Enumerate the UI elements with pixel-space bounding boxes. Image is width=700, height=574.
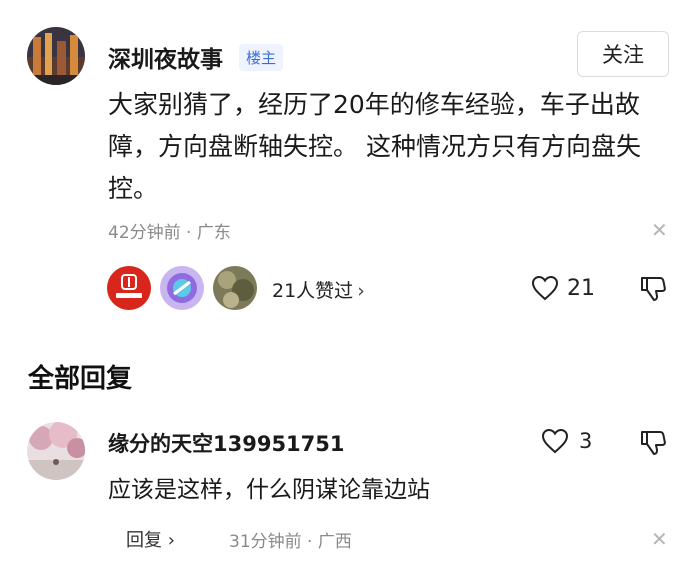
reply-meta: 31分钟前 · 广西 [229, 532, 352, 552]
reply-button[interactable]: 回复 › [126, 526, 175, 552]
reply-like-button[interactable]: 3 [541, 428, 592, 454]
reply-like-count: 3 [579, 429, 593, 453]
section-title: 全部回复 [28, 364, 133, 394]
thumbs-down-icon [641, 431, 666, 455]
likes-summary[interactable]: 21人赞过 › [272, 276, 365, 303]
reply-dislike-button[interactable] [639, 428, 667, 460]
close-icon[interactable]: ✕ [651, 527, 668, 551]
dislike-button[interactable] [639, 274, 667, 306]
likes-summary-label: 21人赞过 [272, 280, 354, 302]
op-badge: 楼主 [239, 44, 284, 71]
reply-author-avatar[interactable] [27, 422, 85, 480]
post-meta: 42分钟前 · 广东 [108, 223, 231, 243]
liker-avatar[interactable] [160, 266, 204, 310]
liker-avatar[interactable] [107, 266, 151, 310]
post-body: 大家别猜了，经历了20年的修车经验，车子出故障，方向盘断轴失控。 这种情况方只有… [108, 90, 641, 203]
close-icon[interactable]: ✕ [651, 218, 668, 242]
author-name[interactable]: 深圳夜故事 [108, 40, 223, 74]
chevron-right-icon: › [357, 280, 365, 302]
author-avatar[interactable] [27, 27, 85, 85]
heart-icon [531, 275, 559, 301]
like-count: 21 [567, 275, 595, 301]
reply-button-label: 回复 [126, 530, 162, 551]
heart-icon [541, 428, 569, 454]
reply-body: 应该是这样，什么阴谋论靠边站 [108, 477, 430, 503]
follow-button[interactable]: 关注 [577, 31, 669, 77]
liker-avatar[interactable] [213, 266, 257, 310]
chevron-right-icon: › [162, 530, 175, 551]
thumbs-down-icon [641, 277, 666, 301]
reply-author-name[interactable]: 缘分的天空139951751 [108, 428, 345, 458]
like-button[interactable]: 21 [531, 275, 595, 301]
